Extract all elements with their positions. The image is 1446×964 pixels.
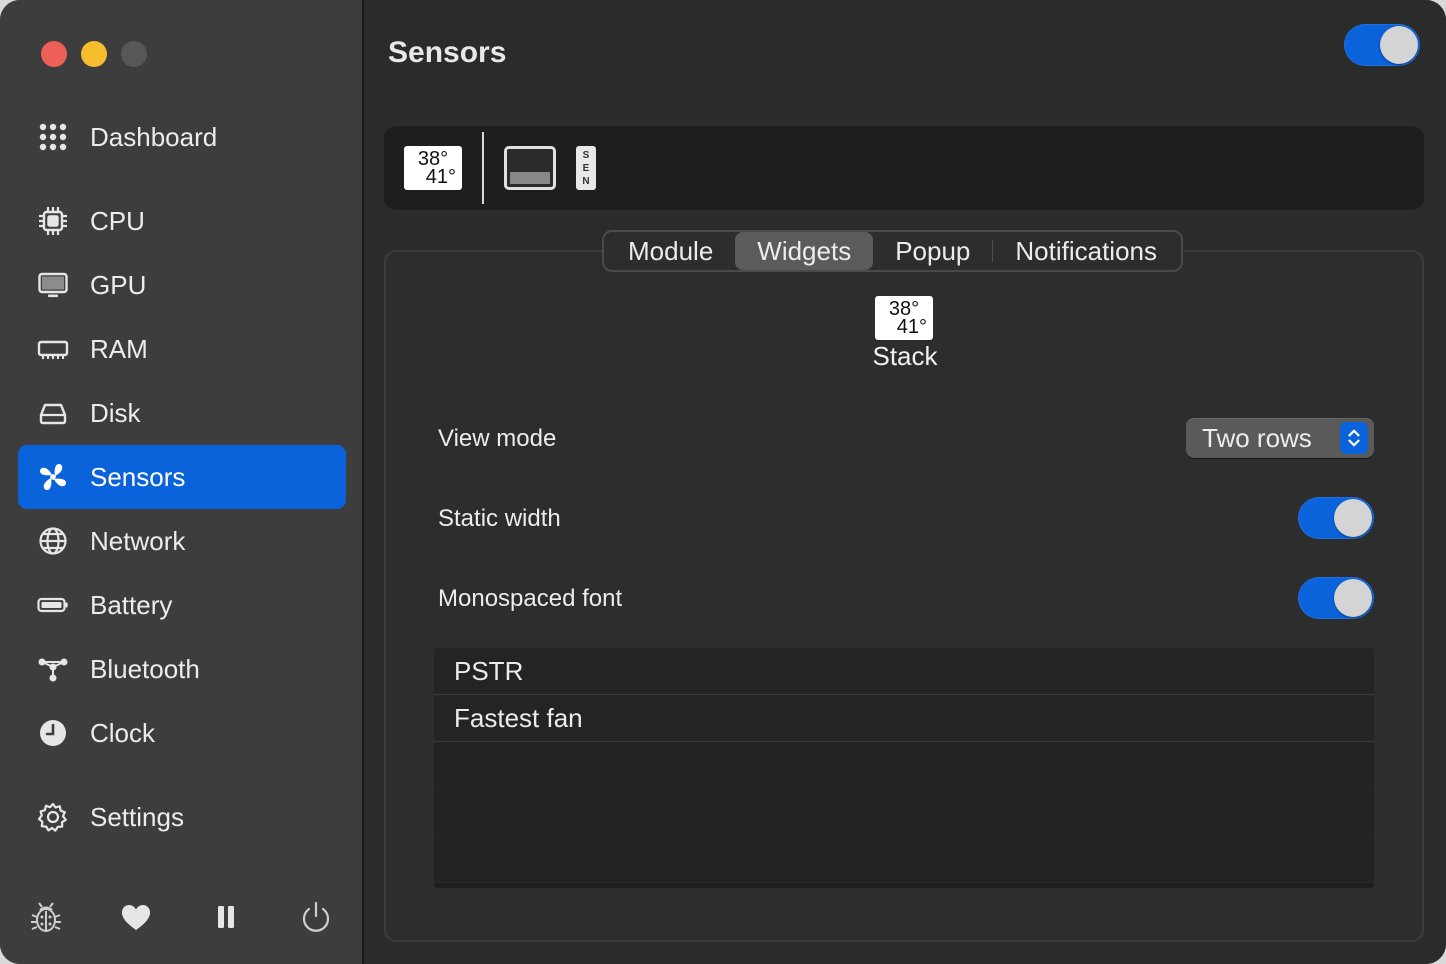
monospaced-font-toggle[interactable] bbox=[1298, 577, 1374, 619]
sidebar-item-disk[interactable]: Disk bbox=[18, 381, 346, 445]
sidebar-item-label: Battery bbox=[90, 589, 173, 620]
main-panel: Sensors 38° 41° S E N Module Widgets Pop… bbox=[364, 0, 1446, 964]
stack-widget-thumbnail[interactable]: 38° 41° bbox=[404, 146, 462, 190]
stack-widget-preview[interactable]: 38° 41° bbox=[875, 296, 933, 340]
sidebar-item-label: Disk bbox=[90, 397, 141, 428]
widget-preview-name: Stack bbox=[872, 341, 938, 371]
gear-icon bbox=[36, 800, 70, 834]
sidebar-item-gpu[interactable]: GPU bbox=[18, 253, 346, 317]
sidebar: Dashboard CPU GPU RAM Disk Sensors Netwo… bbox=[0, 0, 364, 964]
toggle-knob bbox=[1380, 26, 1418, 64]
page-title: Sensors bbox=[388, 36, 507, 69]
pause-icon[interactable] bbox=[208, 899, 244, 935]
sidebar-item-label: Network bbox=[90, 525, 186, 556]
heart-icon[interactable] bbox=[118, 899, 154, 935]
sidebar-item-sensors[interactable]: Sensors bbox=[18, 445, 346, 509]
bluetooth-nodes-icon bbox=[36, 652, 70, 686]
power-icon[interactable] bbox=[298, 899, 334, 935]
tab-bar: Module Widgets Popup Notifications bbox=[602, 230, 1184, 272]
tab-notifications[interactable]: Notifications bbox=[993, 232, 1179, 270]
list-item[interactable]: Fastest fan bbox=[434, 695, 1374, 742]
tab-label: Module bbox=[628, 235, 714, 266]
sidebar-item-network[interactable]: Network bbox=[18, 509, 346, 573]
tab-label: Widgets bbox=[757, 235, 852, 266]
sidebar-item-label: CPU bbox=[90, 205, 145, 236]
monospaced-font-label: Monospaced font bbox=[438, 585, 623, 612]
widget-divider bbox=[482, 132, 484, 204]
sidebar-item-label: Bluetooth bbox=[90, 653, 200, 684]
clock-icon bbox=[36, 716, 70, 750]
toggle-knob bbox=[1334, 499, 1372, 537]
sidebar-item-dashboard[interactable]: Dashboard bbox=[18, 105, 346, 169]
sidebar-footer bbox=[0, 885, 362, 949]
tab-module[interactable]: Module bbox=[606, 232, 735, 270]
disk-icon bbox=[36, 396, 70, 430]
chevron-updown-icon bbox=[1340, 422, 1368, 454]
list-item-label: Fastest fan bbox=[454, 702, 583, 733]
sidebar-item-label: Sensors bbox=[90, 461, 186, 492]
tab-popup[interactable]: Popup bbox=[873, 232, 992, 270]
list-item-empty bbox=[434, 836, 1374, 883]
tab-widgets[interactable]: Widgets bbox=[735, 232, 874, 270]
chip-icon bbox=[36, 204, 70, 238]
sidebar-item-label: Dashboard bbox=[90, 121, 218, 152]
fan-icon bbox=[36, 460, 70, 494]
sidebar-item-battery[interactable]: Battery bbox=[18, 573, 346, 637]
label-widget-char: S bbox=[582, 150, 590, 161]
tab-label: Notifications bbox=[1015, 235, 1158, 266]
widget-selector-bar: 38° 41° S E N bbox=[384, 126, 1424, 210]
sidebar-item-bluetooth[interactable]: Bluetooth bbox=[18, 637, 346, 701]
module-enable-toggle[interactable] bbox=[1344, 24, 1420, 66]
label-widget-char: N bbox=[582, 176, 590, 187]
memory-icon bbox=[36, 332, 70, 366]
preview-bottom-value: 41° bbox=[896, 316, 927, 338]
static-width-toggle[interactable] bbox=[1298, 497, 1374, 539]
minimize-window-button[interactable] bbox=[81, 41, 107, 67]
view-mode-value: Two rows bbox=[1202, 423, 1312, 453]
list-item[interactable]: PSTR bbox=[434, 648, 1374, 695]
bug-icon[interactable] bbox=[28, 899, 64, 935]
window-controls bbox=[41, 41, 147, 67]
sidebar-item-ram[interactable]: RAM bbox=[18, 317, 346, 381]
sidebar-item-label: Settings bbox=[90, 801, 184, 832]
sidebar-item-label: Clock bbox=[90, 717, 156, 748]
globe-icon bbox=[36, 524, 70, 558]
zoom-window-button[interactable] bbox=[121, 41, 147, 67]
tab-label: Popup bbox=[895, 235, 971, 266]
sidebar-item-cpu[interactable]: CPU bbox=[18, 189, 346, 253]
close-window-button[interactable] bbox=[41, 41, 67, 67]
monitor-icon bbox=[36, 268, 70, 302]
stack-bottom-value: 41° bbox=[425, 166, 456, 188]
mini-chart-fill bbox=[510, 172, 550, 184]
static-width-label: Static width bbox=[438, 505, 561, 532]
sidebar-item-label: GPU bbox=[90, 269, 147, 300]
label-widget-thumbnail[interactable]: S E N bbox=[576, 146, 596, 190]
list-item-label: PSTR bbox=[454, 655, 524, 686]
mini-chart-widget-thumbnail[interactable] bbox=[504, 146, 556, 190]
sidebar-item-settings[interactable]: Settings bbox=[18, 785, 346, 849]
view-mode-select[interactable]: Two rows bbox=[1186, 418, 1374, 458]
sidebar-item-clock[interactable]: Clock bbox=[18, 701, 346, 765]
sidebar-item-label: RAM bbox=[90, 333, 148, 364]
grid-icon bbox=[36, 120, 70, 154]
battery-icon bbox=[36, 588, 70, 622]
sensor-list: PSTR Fastest fan bbox=[434, 648, 1374, 888]
toggle-knob bbox=[1334, 579, 1372, 617]
label-widget-char: E bbox=[582, 163, 590, 174]
app-window: Dashboard CPU GPU RAM Disk Sensors Netwo… bbox=[0, 0, 1446, 964]
view-mode-label: View mode bbox=[438, 425, 557, 452]
list-item-empty bbox=[434, 789, 1374, 836]
list-item-empty bbox=[434, 742, 1374, 789]
